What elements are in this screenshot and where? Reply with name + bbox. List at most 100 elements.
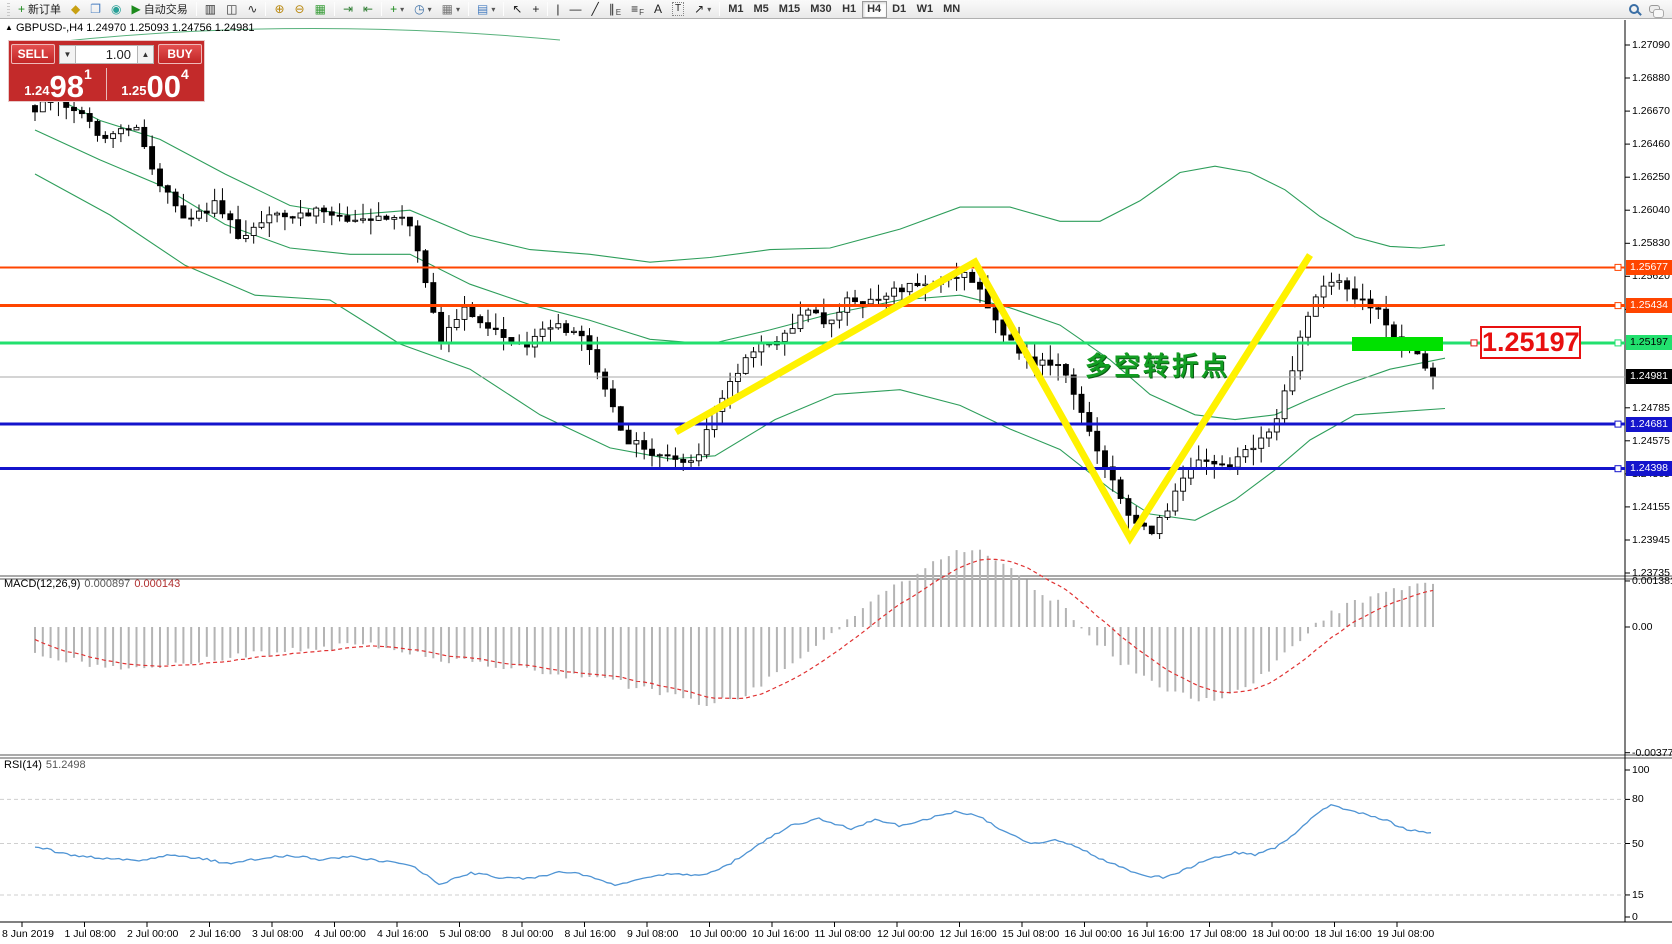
chart-shift-icon[interactable]: ⇤ xyxy=(358,1,378,18)
chart-shift-icon: ⇤ xyxy=(363,3,373,15)
date-tick-11-Jul-08-00: 11 Jul 08:00 xyxy=(815,928,871,940)
buy-price[interactable]: 1.25 00 4 xyxy=(108,66,202,102)
timeframe-h1[interactable]: H1 xyxy=(837,1,862,18)
line-chart-icon[interactable]: ∿ xyxy=(242,1,262,18)
timeframe-h4[interactable]: H4 xyxy=(862,1,887,18)
search-icon[interactable] xyxy=(1629,4,1639,14)
vertical-line-icon[interactable]: | xyxy=(551,1,564,18)
text-icon[interactable]: A xyxy=(649,1,667,18)
volume-increase-button[interactable]: ▲ xyxy=(137,45,154,64)
sell-price[interactable]: 1.24 98 1 xyxy=(11,66,105,102)
price-chip-1.24681[interactable]: 1.24681 xyxy=(1626,417,1672,432)
tile-windows-icon[interactable]: ▦ xyxy=(310,1,331,18)
rsi-tick-50: 50 xyxy=(1632,838,1672,850)
text-label-icon[interactable]: T xyxy=(667,1,689,18)
bar-chart-icon[interactable]: ▥ xyxy=(200,1,221,18)
horizontal-line-icon: — xyxy=(570,3,582,15)
cursor-icon[interactable]: ↖ xyxy=(507,1,527,18)
signals-icon[interactable]: ◉ xyxy=(106,1,126,18)
zigzag[interactable] xyxy=(676,255,1310,538)
zoom-out-icon[interactable]: ⊖ xyxy=(290,1,310,18)
zoom-in-icon[interactable]: ⊕ xyxy=(269,1,289,18)
zigzag-trendlines[interactable] xyxy=(676,255,1310,538)
one-click-trading-panel: SELL ▼ ▲ BUY 1.24 98 1 1.25 00 4 xyxy=(8,40,205,102)
ticket-icon: ◆ xyxy=(71,3,80,15)
date-tick-9-Jul-08-00: 9 Jul 08:00 xyxy=(627,928,678,940)
macd-tick-0.00: 0.00 xyxy=(1632,621,1672,633)
price-chip-1.25677[interactable]: 1.25677 xyxy=(1626,260,1672,275)
timeframe-m1[interactable]: M1 xyxy=(723,1,748,18)
auto-scroll-icon[interactable]: ⇥ xyxy=(338,1,358,18)
date-tick-12-Jul-00-00: 12 Jul 00:00 xyxy=(877,928,934,940)
chart-layouts-icon: ▤ xyxy=(477,3,488,15)
line-handle-icon[interactable] xyxy=(1615,466,1621,472)
crosshair-icon[interactable]: + xyxy=(527,1,544,18)
dropdown-caret-icon[interactable]: ▾ xyxy=(456,5,460,14)
templates-icon: ▦ xyxy=(442,3,453,15)
ticket-icon[interactable]: ◆ xyxy=(66,1,85,18)
timeframe-m5[interactable]: M5 xyxy=(749,1,774,18)
line-handle-icon[interactable] xyxy=(1615,303,1621,309)
tb-sep xyxy=(334,2,335,16)
price-chip-1.25197[interactable]: 1.25197 xyxy=(1626,335,1672,350)
timeframe-d1[interactable]: D1 xyxy=(887,1,912,18)
symbol-name: GBPUSD-,H4 xyxy=(16,22,83,34)
timeframe-m15[interactable]: M15 xyxy=(774,1,805,18)
timeframe-w1[interactable]: W1 xyxy=(912,1,939,18)
arrows-icon[interactable]: ↗▾ xyxy=(689,1,716,18)
periods-icon[interactable]: ◷▾ xyxy=(409,1,437,18)
price-chip-1.25434[interactable]: 1.25434 xyxy=(1626,298,1672,313)
rsi-line xyxy=(35,805,1431,886)
line-handle-icon[interactable] xyxy=(1615,340,1621,346)
price-chip-1.24398[interactable]: 1.24398 xyxy=(1626,461,1672,476)
market-window-icon[interactable]: ❐ xyxy=(85,1,106,18)
zoom-in-icon: ⊕ xyxy=(274,3,284,15)
macd-label: MACD(12,26,9)0.0008970.000143 xyxy=(4,578,180,590)
collapse-triangle-icon[interactable]: ▲ xyxy=(5,23,13,32)
dropdown-caret-icon[interactable]: ▾ xyxy=(400,5,404,14)
vertical-line-icon: | xyxy=(556,3,559,15)
date-tick-8-Jul-16-00: 8 Jul 16:00 xyxy=(565,928,616,940)
candlestick-chart-icon[interactable]: ◫ xyxy=(221,1,242,18)
timeframe-mn[interactable]: MN xyxy=(938,1,965,18)
line-handle-icon[interactable] xyxy=(1615,264,1621,270)
horizontal-line-icon[interactable]: — xyxy=(565,1,587,18)
indicators-icon[interactable]: +▾ xyxy=(385,1,409,18)
highlight-bar[interactable] xyxy=(1352,337,1443,351)
horizontal-lines[interactable] xyxy=(0,264,1625,471)
fibonacci-icon[interactable]: ≡F xyxy=(626,1,649,18)
dropdown-caret-icon[interactable]: ▾ xyxy=(491,5,495,14)
text-label-icon: T xyxy=(672,2,684,16)
chat-icon[interactable] xyxy=(1649,5,1660,13)
trendline-icon[interactable]: ╱ xyxy=(587,1,604,18)
price-tick-1.23945: 1.23945 xyxy=(1632,534,1672,546)
text-annotation[interactable]: 多空转折点 xyxy=(1085,346,1230,383)
price-callout-label[interactable]: 1.25197 xyxy=(1480,326,1581,359)
equidistant-channel-icon[interactable]: ∥E xyxy=(604,1,626,18)
timeframe-m30[interactable]: M30 xyxy=(805,1,836,18)
price-tick-1.26880: 1.26880 xyxy=(1632,72,1672,84)
templates-icon[interactable]: ▦▾ xyxy=(437,1,465,18)
sell-button[interactable]: SELL xyxy=(11,44,55,64)
buy-button[interactable]: BUY xyxy=(158,44,202,64)
icon-subscript: F xyxy=(639,8,644,17)
autotrading-button[interactable]: ▶自动交易 xyxy=(127,1,193,18)
rsi-tick-80: 80 xyxy=(1632,793,1672,805)
new-order-button[interactable]: +新订单 xyxy=(13,1,66,18)
chart-layouts-icon[interactable]: ▤▾ xyxy=(472,1,500,18)
dropdown-caret-icon[interactable]: ▾ xyxy=(707,5,711,14)
macd-value: 0.000897 xyxy=(84,578,130,590)
tb-sep xyxy=(468,2,469,16)
date-tick-16-Jul-00-00: 16 Jul 00:00 xyxy=(1065,928,1122,940)
volume-decrease-button[interactable]: ▼ xyxy=(59,45,76,64)
new-order-label: 新订单 xyxy=(28,1,61,17)
current-price-chip[interactable]: 1.24981 xyxy=(1626,369,1672,384)
date-tick-2-Jul-16-00: 2 Jul 16:00 xyxy=(190,928,241,940)
highlight[interactable] xyxy=(1352,337,1443,351)
tile-windows-icon: ▦ xyxy=(315,3,326,15)
volume-input[interactable] xyxy=(76,45,137,64)
dropdown-caret-icon[interactable]: ▾ xyxy=(428,5,432,14)
tb-sep xyxy=(196,2,197,16)
icon-subscript: E xyxy=(616,8,621,17)
line-handle-icon[interactable] xyxy=(1615,421,1621,427)
